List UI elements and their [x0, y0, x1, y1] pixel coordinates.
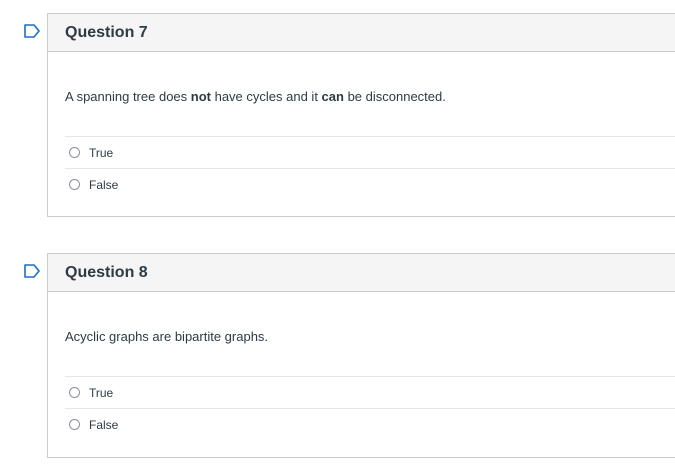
- answer-label: False: [89, 417, 119, 432]
- bookmark-flag-icon[interactable]: [24, 264, 40, 278]
- radio-button[interactable]: [69, 179, 80, 190]
- question-7-title: Question 7: [65, 23, 148, 41]
- radio-button[interactable]: [69, 387, 80, 398]
- question-8-header: Question 8: [48, 254, 675, 292]
- bookmark-flag-icon[interactable]: [24, 24, 40, 38]
- question-8-answer-true[interactable]: True: [65, 376, 675, 408]
- radio-button[interactable]: [69, 419, 80, 430]
- question-7-answers: True False: [65, 136, 675, 200]
- question-7-text: A spanning tree does not have cycles and…: [65, 89, 446, 104]
- radio-button[interactable]: [69, 147, 80, 158]
- question-8-answers: True False: [65, 376, 675, 440]
- question-7-answer-true[interactable]: True: [65, 136, 675, 168]
- answer-label: False: [89, 177, 119, 192]
- question-7-header: Question 7: [48, 14, 675, 52]
- question-8-card: Question 8 Acyclic graphs are bipartite …: [47, 253, 675, 458]
- question-7-answer-false[interactable]: False: [65, 168, 675, 200]
- question-7-card: Question 7 A spanning tree does not have…: [47, 13, 675, 217]
- question-8-text: Acyclic graphs are bipartite graphs.: [65, 329, 269, 344]
- question-8-answer-false[interactable]: False: [65, 408, 675, 440]
- answer-label: True: [89, 385, 114, 400]
- question-8-title: Question 8: [65, 263, 148, 281]
- answer-label: True: [89, 145, 114, 160]
